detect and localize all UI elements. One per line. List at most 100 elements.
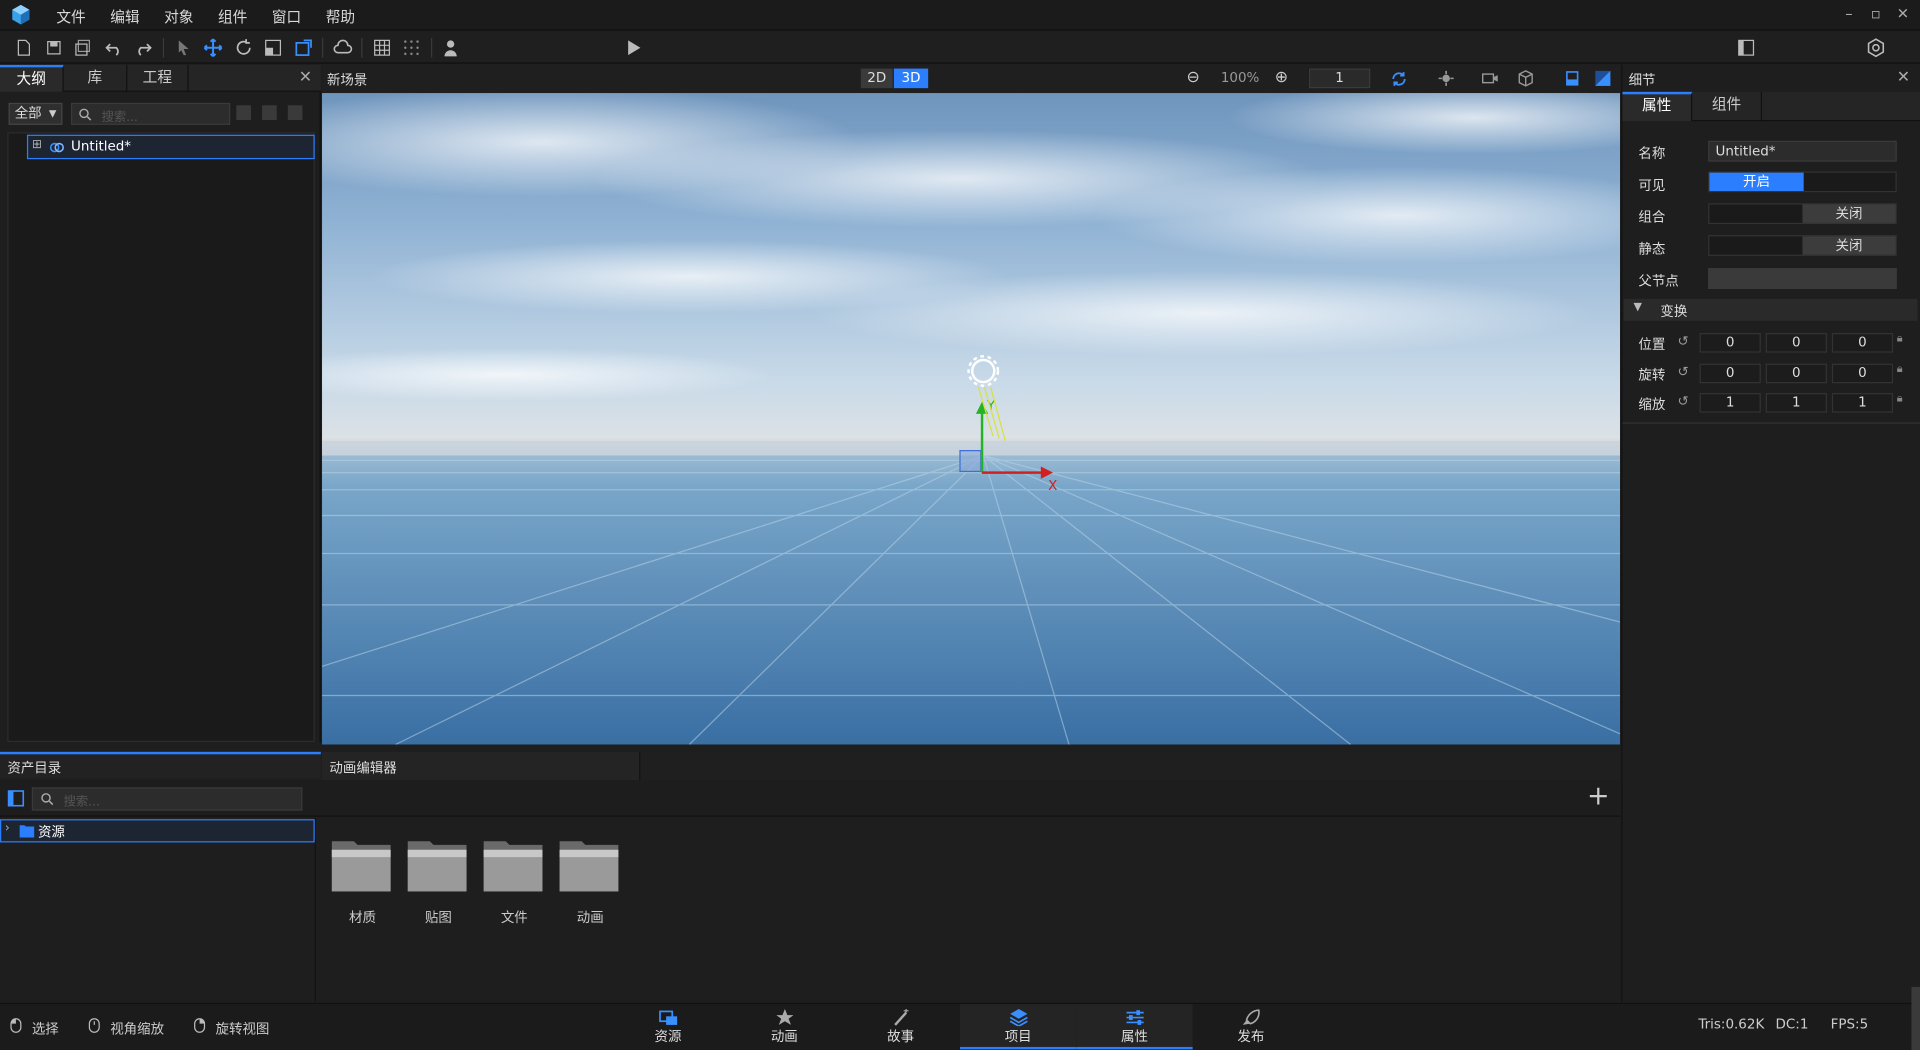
bottom-tab-story[interactable]: 故事 [842, 1004, 958, 1049]
parent-field[interactable] [1708, 268, 1897, 289]
lighting-icon[interactable] [1594, 70, 1611, 87]
tab-properties[interactable]: 属性 [1622, 91, 1693, 122]
new-file-icon [17, 39, 31, 56]
expand-plus-icon[interactable]: ⊞ [32, 138, 42, 151]
menu-help[interactable]: 帮助 [326, 6, 355, 27]
assets-search-input[interactable]: 搜索... [31, 787, 303, 811]
scale-tool-button[interactable] [261, 36, 285, 60]
user-mode-button[interactable] [438, 36, 462, 60]
folder-textures[interactable]: 贴图 [407, 836, 471, 927]
scale-z-input[interactable]: 1 [1831, 393, 1894, 413]
add-icon[interactable]: + [1587, 782, 1610, 811]
perspective-icon[interactable] [1564, 70, 1581, 87]
hint-select: 选择 [31, 1021, 59, 1038]
resize-handle[interactable] [1911, 986, 1920, 1050]
bottom-tab-animation[interactable]: 动画 [726, 1004, 842, 1049]
group-label: 组合 [1638, 209, 1666, 226]
position-z-input[interactable]: 0 [1831, 333, 1894, 353]
save-button[interactable] [42, 36, 66, 60]
tab-outline[interactable]: 大纲 [0, 64, 64, 92]
menu-window[interactable]: 窗口 [272, 6, 301, 27]
tree-item-untitled[interactable]: ⊞ Untitled* [26, 134, 315, 160]
grid-button[interactable] [370, 36, 394, 60]
rotation-y-input[interactable]: 0 [1765, 363, 1827, 384]
anim-editor-tab[interactable]: 动画编辑器 [322, 751, 641, 780]
panel-toggle-icon[interactable] [7, 790, 25, 807]
sync-icon[interactable] [1390, 70, 1408, 88]
rotation-z-input[interactable]: 0 [1831, 363, 1894, 384]
lock-icon[interactable] [287, 105, 303, 120]
sun-settings-icon[interactable] [1438, 70, 1455, 87]
new-file-button[interactable] [11, 36, 35, 60]
name-input[interactable]: Untitled* [1708, 140, 1897, 162]
select-tool-button[interactable] [171, 36, 195, 60]
bottom-tab-properties[interactable]: 属性 [1076, 1004, 1193, 1050]
rotate-tool-button[interactable] [231, 36, 255, 60]
tab-components[interactable]: 组件 [1692, 91, 1763, 122]
tab-library[interactable]: 库 [64, 64, 128, 92]
menu-component[interactable]: 组件 [218, 6, 247, 27]
position-y-input[interactable]: 0 [1765, 333, 1827, 353]
close-icon[interactable]: ✕ [299, 69, 312, 87]
rotation-x-input[interactable]: 0 [1699, 363, 1761, 384]
mode-2d-button[interactable]: 2D [860, 68, 893, 89]
camera-icon[interactable] [1482, 70, 1499, 87]
expand-all-icon[interactable] [236, 105, 252, 120]
reset-icon[interactable]: ↺ [1678, 333, 1689, 349]
move-tool-button[interactable] [201, 36, 225, 60]
scale-y-input[interactable]: 1 [1765, 393, 1827, 413]
scene-canvas[interactable]: Y X [322, 93, 1621, 745]
lock-icon[interactable]: 🔒︎ [1897, 364, 1903, 376]
scene-viewport[interactable]: Y X [322, 93, 1621, 745]
cloud-icon [333, 39, 353, 54]
minimize-button[interactable]: – [1840, 5, 1857, 22]
close-icon[interactable]: ✕ [1897, 69, 1910, 87]
folder-animations[interactable]: 动画 [558, 836, 622, 927]
snap-grid-button[interactable] [399, 36, 423, 60]
scene-header: 新场景 2D 3D ⊖ 100% ⊕ 1 [322, 64, 1621, 94]
visible-toggle[interactable]: 开启 [1708, 171, 1897, 193]
lock-icon[interactable]: 🔒︎ [1897, 333, 1903, 345]
settings-button[interactable] [1864, 36, 1888, 60]
menu-file[interactable]: 文件 [56, 6, 85, 27]
menu-object[interactable]: 对象 [164, 6, 193, 27]
tree-item-resources[interactable]: › 资源 [0, 819, 315, 843]
outline-filter-dropdown[interactable]: 全部 ▼ [8, 102, 63, 125]
redo-button[interactable] [131, 36, 155, 60]
lock-icon[interactable]: 🔒︎ [1897, 393, 1903, 405]
close-window-button[interactable]: ✕ [1894, 5, 1911, 22]
cloud-button[interactable] [331, 36, 355, 60]
zoom-in-icon[interactable]: ⊕ [1275, 69, 1288, 87]
assets-toolbar: 搜索... + [0, 780, 1620, 817]
maximize-button[interactable]: ▫ [1867, 5, 1884, 22]
bottom-tab-project[interactable]: 项目 [960, 1004, 1077, 1050]
bottom-tab-label: 属性 [1121, 1028, 1148, 1045]
folder-files[interactable]: 文件 [482, 836, 546, 927]
group-toggle[interactable]: 关闭 [1708, 203, 1897, 225]
transform-tool-button[interactable] [291, 36, 315, 60]
folder-materials[interactable]: 材质 [331, 836, 395, 927]
zoom-out-icon[interactable]: ⊖ [1187, 69, 1200, 87]
reset-icon[interactable]: ↺ [1678, 364, 1689, 380]
assets-search-placeholder: 搜索... [63, 795, 100, 810]
menu-edit[interactable]: 编辑 [110, 6, 139, 27]
static-toggle[interactable]: 关闭 [1708, 235, 1897, 256]
outline-search-input[interactable]: 搜索... [71, 102, 231, 125]
bottom-tab-publish[interactable]: 发布 [1193, 1004, 1309, 1049]
tab-project[interactable]: 工程 [127, 64, 189, 92]
cube-icon[interactable] [1517, 70, 1534, 87]
chevron-right-icon[interactable]: › [5, 822, 10, 835]
scale-x-input[interactable]: 1 [1699, 393, 1761, 413]
undo-button[interactable] [102, 36, 126, 60]
bottom-tab-resources[interactable]: 资源 [610, 1004, 726, 1049]
transform-section-header[interactable]: ▼ 变换 [1623, 298, 1918, 321]
assets-title: 资产目录 [7, 760, 62, 777]
layout-button[interactable] [1734, 36, 1758, 60]
link-icon[interactable] [262, 105, 277, 120]
save-all-button[interactable] [71, 36, 95, 60]
reset-icon[interactable]: ↺ [1678, 393, 1689, 409]
layer-input[interactable]: 1 [1308, 68, 1371, 89]
mode-3d-button[interactable]: 3D [893, 68, 929, 89]
position-x-input[interactable]: 0 [1699, 333, 1761, 353]
play-button[interactable] [621, 36, 645, 60]
